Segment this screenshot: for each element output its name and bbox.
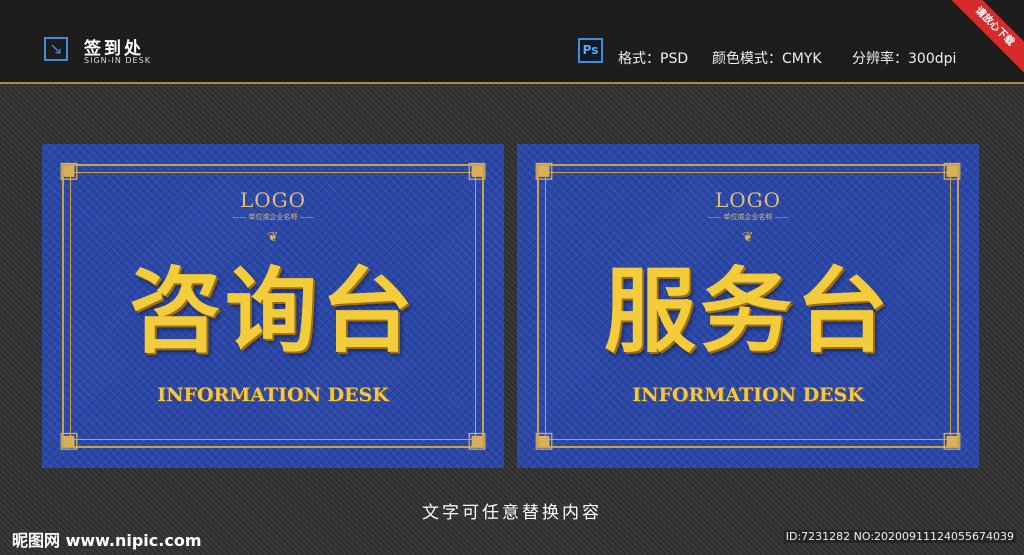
sign-card-service: ▣ ▣ ▣ ▣ LOGO —— 单位或企业名称 —— ❦ 服务台 INFORMA…: [517, 144, 979, 468]
fretwork-corner-icon: ▣: [941, 158, 963, 183]
fretwork-corner-icon: ▣: [58, 428, 80, 453]
card-title: 服务台: [603, 257, 892, 365]
ornament-flourish-icon: ❦: [742, 230, 754, 245]
image-id-text: ID:7231282 NO:20200911124055674039: [783, 530, 1016, 543]
company-name: —— 单位或企业名称 ——: [232, 213, 314, 221]
resolution-label: 分辨率：300dpi: [852, 51, 957, 67]
brand-subtitle: SIGN-IN DESK: [84, 56, 151, 65]
color-mode-label: 颜色模式：CMYK: [712, 51, 822, 67]
caption-text: 文字可任意替换内容: [422, 503, 602, 523]
card-title: 咨询台: [128, 257, 417, 365]
logo-text: LOGO: [714, 188, 782, 212]
format-label: 格式：PSD: [618, 51, 689, 67]
logo-text: LOGO: [239, 188, 307, 212]
photoshop-icon: Ps: [578, 38, 603, 63]
fretwork-corner-icon: ▣: [533, 158, 555, 183]
fretwork-corner-icon: ▣: [466, 428, 488, 453]
arrow-down-right-icon: ↘: [44, 37, 68, 61]
fretwork-corner-icon: ▣: [466, 158, 488, 183]
fretwork-corner-icon: ▣: [533, 428, 555, 453]
site-watermark: 昵图网 www.nipic.com: [12, 531, 202, 550]
ornament-flourish-icon: ❦: [267, 230, 279, 245]
header-bar: ↘ 签到处 SIGN-IN DESK Ps 格式：PSD 颜色模式：CMYK 分…: [0, 0, 1024, 85]
download-ribbon[interactable]: 请放心下载: [936, 0, 1024, 85]
fretwork-corner-icon: ▣: [58, 158, 80, 183]
card-english: INFORMATION DESK: [157, 384, 389, 406]
fretwork-corner-icon: ▣: [941, 428, 963, 453]
company-name: —— 单位或企业名称 ——: [707, 213, 789, 221]
card-english: INFORMATION DESK: [632, 384, 864, 406]
sign-card-consultation: ▣ ▣ ▣ ▣ LOGO —— 单位或企业名称 —— ❦ 咨询台 INFORMA…: [42, 144, 504, 468]
